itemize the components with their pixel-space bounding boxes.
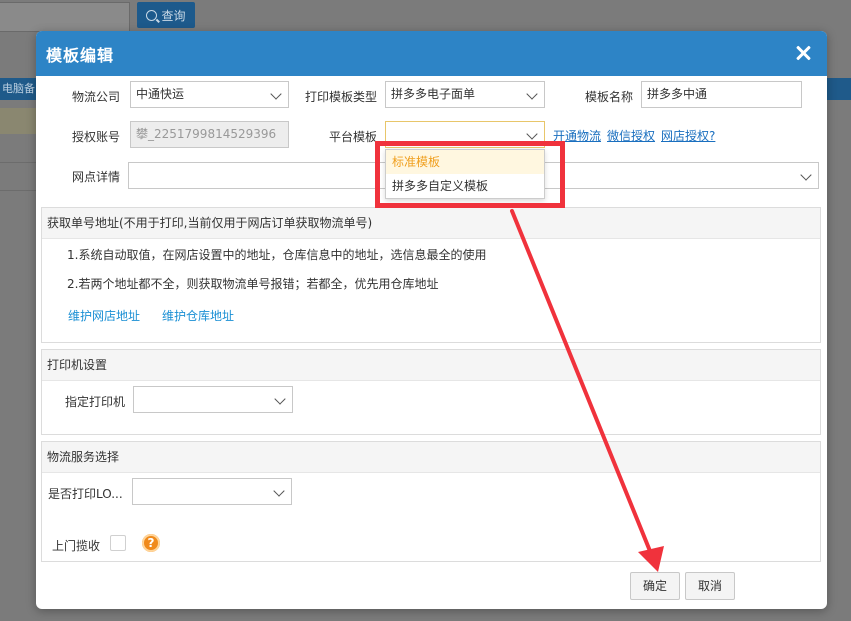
- platform-template-label: 平台模板: [329, 130, 378, 144]
- printer-select[interactable]: [133, 386, 293, 413]
- outlet-detail-label: 网点详情: [72, 170, 121, 184]
- shop-auth-link[interactable]: 网店授权?: [661, 127, 715, 144]
- logistics-service-panel-title: 物流服务选择: [42, 442, 820, 473]
- template-name-label: 模板名称: [585, 90, 634, 104]
- background-table-header-right: [826, 78, 851, 100]
- auth-account-label: 授权账号: [72, 130, 121, 144]
- wechat-auth-link[interactable]: 微信授权: [607, 127, 655, 144]
- maintain-warehouse-address-link[interactable]: 维护仓库地址: [162, 307, 234, 324]
- address-rule-line-1: 1.系统自动取值，在网店设置中的地址，仓库信息中的地址，选信息最全的使用: [67, 248, 487, 262]
- background-row-divider: [0, 162, 36, 163]
- print-logo-label: 是否打印LO...: [48, 487, 123, 501]
- confirm-button[interactable]: 确定: [630, 572, 680, 600]
- chevron-down-icon: [274, 393, 286, 405]
- dialog-header: 模板编辑: [36, 31, 827, 76]
- logistics-company-select[interactable]: 中通快运: [130, 81, 289, 108]
- logistics-company-value: 中通快运: [136, 87, 185, 101]
- cancel-button[interactable]: 取消: [685, 572, 735, 600]
- dialog-title: 模板编辑: [46, 45, 115, 65]
- template-name-input[interactable]: 拼多多中通: [641, 81, 802, 108]
- printer-label: 指定打印机: [65, 395, 126, 409]
- background-row-divider: [0, 190, 36, 191]
- template-type-value: 拼多多电子面单: [391, 87, 476, 101]
- pickup-label: 上门揽收: [52, 539, 101, 553]
- background-search-input: [0, 2, 130, 32]
- chevron-down-icon: [800, 169, 812, 181]
- chevron-down-icon: [273, 485, 285, 497]
- background-table-header: 电脑备: [0, 78, 36, 100]
- template-type-label: 打印模板类型: [305, 90, 378, 104]
- address-panel-title: 获取单号地址(不用于打印,当前仅用于网店订单获取物流单号): [42, 208, 820, 239]
- background-selected-row: [0, 108, 36, 134]
- background-search-button: 查询: [137, 2, 195, 28]
- template-name-value: 拼多多中通: [647, 87, 708, 101]
- auth-account-input: 攀_2251799814529396: [130, 121, 289, 148]
- auth-account-value: 攀_2251799814529396: [136, 127, 277, 141]
- logistics-company-label: 物流公司: [72, 90, 121, 104]
- search-icon: [146, 9, 158, 21]
- maintain-shop-address-link[interactable]: 维护网店地址: [68, 307, 140, 324]
- pickup-checkbox[interactable]: [110, 535, 126, 551]
- annotation-highlight-box: [375, 141, 565, 208]
- template-type-select[interactable]: 拼多多电子面单: [385, 81, 545, 108]
- print-logo-select[interactable]: [132, 478, 292, 505]
- chevron-down-icon: [526, 128, 538, 140]
- help-icon[interactable]: ?: [142, 534, 160, 552]
- printer-panel-title: 打印机设置: [42, 350, 820, 381]
- close-icon[interactable]: [793, 43, 813, 63]
- background-search-label: 查询: [161, 8, 186, 23]
- address-rule-line-2: 2.若两个地址都不全，则获取物流单号报错；若都全，优先用仓库地址: [67, 277, 439, 291]
- chevron-down-icon: [270, 88, 282, 100]
- chevron-down-icon: [526, 88, 538, 100]
- background-sidebar-text: 电脑备: [2, 82, 35, 95]
